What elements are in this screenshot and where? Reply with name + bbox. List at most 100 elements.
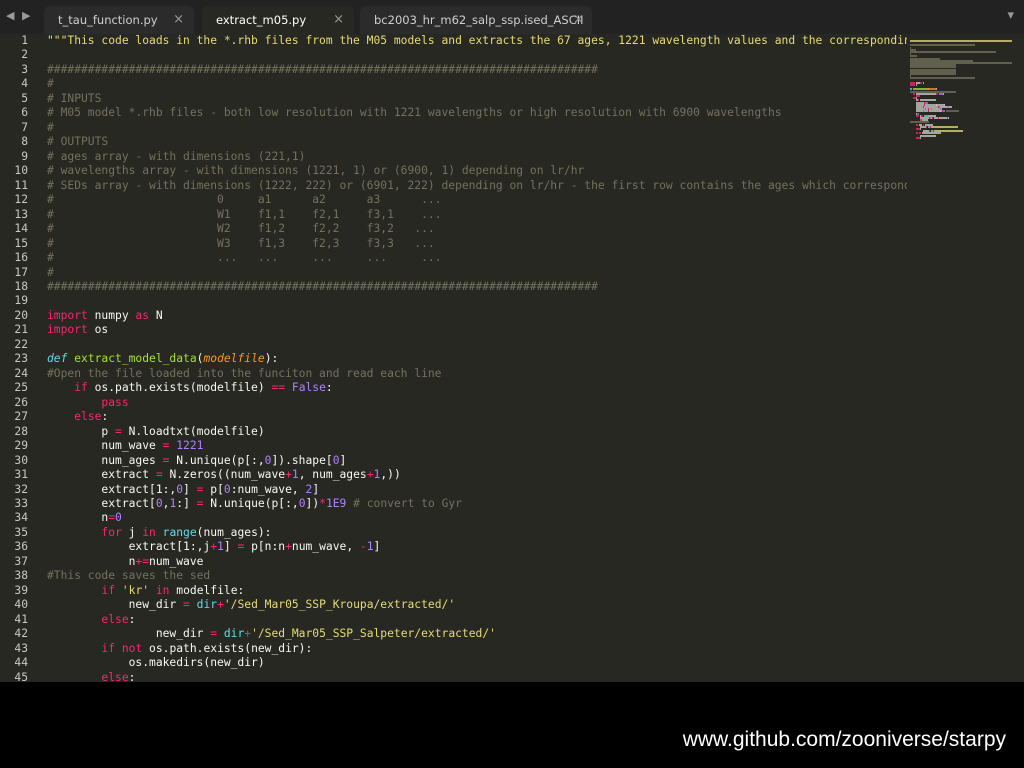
code-token: '/Sed_Mar05_SSP_Salpeter/extracted/' (251, 627, 496, 641)
code-line: else: (47, 671, 907, 682)
line-number: 10 (14, 164, 28, 178)
line-number: 8 (21, 135, 28, 149)
code-token: : (128, 612, 136, 626)
code-token: # OUTPUTS (47, 135, 109, 149)
line-number: 2 (21, 48, 28, 62)
minimap-line (929, 110, 940, 113)
footer-url: www.github.com/zooniverse/starpy (682, 728, 1006, 751)
code-token: 1 (217, 540, 224, 554)
code-line: n+=num_wave (47, 555, 907, 569)
line-number: 16 (14, 251, 28, 265)
code-line: # OUTPUTS (47, 135, 907, 149)
code-line: p = N.loadtxt(modelfile) (47, 425, 907, 439)
code-line: else: (47, 613, 907, 627)
line-number: 45 (14, 670, 28, 682)
code-line: num_ages = N.unique(p[:,0]).shape[0] (47, 454, 907, 468)
code-token: # M05 model *.rhb files - both low resol… (47, 106, 782, 120)
code-token: else (74, 410, 102, 424)
tab-nav-arrows-icon[interactable]: ◀ ▶ (6, 9, 32, 22)
code-area[interactable]: """This code loads in the *.rhb files fr… (47, 34, 907, 682)
code-token: + (217, 598, 224, 612)
code-line: # (47, 266, 907, 280)
code-token: + (366, 468, 374, 482)
code-token: # 0 a1 a2 a3 ... (47, 193, 442, 207)
code-token: os (87, 323, 109, 337)
code-line: # 0 a1 a2 a3 ... (47, 193, 907, 207)
tab-bc2003-ised-ascii[interactable]: bc2003_hr_m62_salp_ssp.ised_ASCII × (360, 6, 592, 34)
line-number: 7 (21, 120, 28, 134)
code-token: ] (223, 540, 238, 554)
code-token: extract[ (47, 497, 156, 510)
code-line: #This code saves the sed (47, 569, 907, 583)
tab-extract-m05[interactable]: extract_m05.py × (202, 6, 354, 34)
code-token: extract[1:, (47, 482, 177, 496)
line-number: 18 (14, 279, 28, 293)
code-token: N.zeros((num_wave (162, 468, 286, 482)
line-number: 24 (14, 366, 28, 380)
code-token: import (47, 323, 88, 337)
minimap-line (913, 92, 915, 95)
line-number: 38 (14, 569, 28, 583)
code-token: # ... ... ... ... ... (47, 251, 442, 265)
code-line: # INPUTS (47, 92, 907, 106)
code-token: modelfile (203, 352, 265, 366)
minimap-line (930, 125, 958, 128)
code-line: def extract_model_data(modelfile): (47, 352, 907, 366)
code-token: # (47, 120, 54, 134)
minimap-line (910, 77, 975, 80)
code-line: # ages array - with dimensions (221,1) (47, 150, 907, 164)
code-token: def (47, 352, 68, 366)
code-token: '/Sed_Mar05_SSP_Kroupa/extracted/' (223, 598, 456, 612)
code-token: ]) (305, 497, 320, 510)
code-token: dir (223, 627, 245, 641)
code-editor[interactable]: 1 2 3 4 5 6 7 8 9 10 11 12 13 14 15 16 17 18 19 20 21 22 23 24 2… (0, 34, 1024, 682)
tab-bar: ◀ ▶ t_tau_function.py × extract_m05.py ×… (0, 0, 1024, 35)
tab-label: bc2003_hr_m62_salp_ssp.ised_ASCII (374, 13, 584, 27)
tab-label: extract_m05.py (216, 13, 307, 27)
code-token: # convert to Gyr (353, 497, 462, 510)
code-token: extract_model_data (74, 352, 197, 366)
minimap[interactable] (908, 34, 1024, 682)
close-icon[interactable]: × (333, 12, 344, 27)
line-number: 36 (14, 540, 28, 554)
close-icon[interactable]: × (173, 12, 184, 27)
line-number: 35 (14, 525, 28, 539)
code-token: new_dir (47, 598, 184, 612)
line-number: 4 (21, 77, 28, 91)
code-token: #Open the file loaded into the funciton … (47, 366, 442, 380)
chevron-down-icon[interactable]: ▾ (1007, 8, 1014, 23)
line-number: 3 (21, 62, 28, 76)
code-token: os.path.exists(new_dir): (142, 641, 313, 655)
code-token: import (47, 308, 88, 322)
code-token: 1 (291, 468, 299, 482)
line-number: 42 (14, 627, 28, 641)
code-token: == (271, 381, 286, 395)
minimap-line (910, 51, 997, 53)
minimap-line (910, 40, 1013, 42)
code-token: ] (373, 540, 381, 554)
code-line: extract[1:,0] = p[0:num_wave, 2] (47, 483, 907, 497)
tab-t-tau-function[interactable]: t_tau_function.py × (44, 6, 194, 34)
code-token: ########################################… (47, 279, 598, 293)
line-number: 14 (14, 222, 28, 236)
minimap-line (910, 73, 957, 75)
code-token: = (115, 424, 122, 438)
line-number: 29 (14, 439, 28, 453)
code-token: 0 (223, 482, 231, 496)
code-token: if (74, 381, 88, 395)
code-token: # W1 f1,1 f2,1 f3,1 ... (47, 207, 442, 221)
code-line: os.makedirs(new_dir) (47, 656, 907, 670)
code-token: 0 (298, 497, 306, 510)
code-token: 'kr' (121, 583, 150, 597)
minimap-line (922, 81, 924, 84)
line-number: 6 (21, 106, 28, 120)
code-token: as (135, 308, 150, 322)
code-token: modelfile: (169, 583, 245, 597)
close-icon[interactable]: × (573, 12, 584, 27)
code-token: in (155, 583, 170, 597)
minimap-line (919, 136, 921, 139)
code-token: (num_ages): (196, 525, 272, 539)
